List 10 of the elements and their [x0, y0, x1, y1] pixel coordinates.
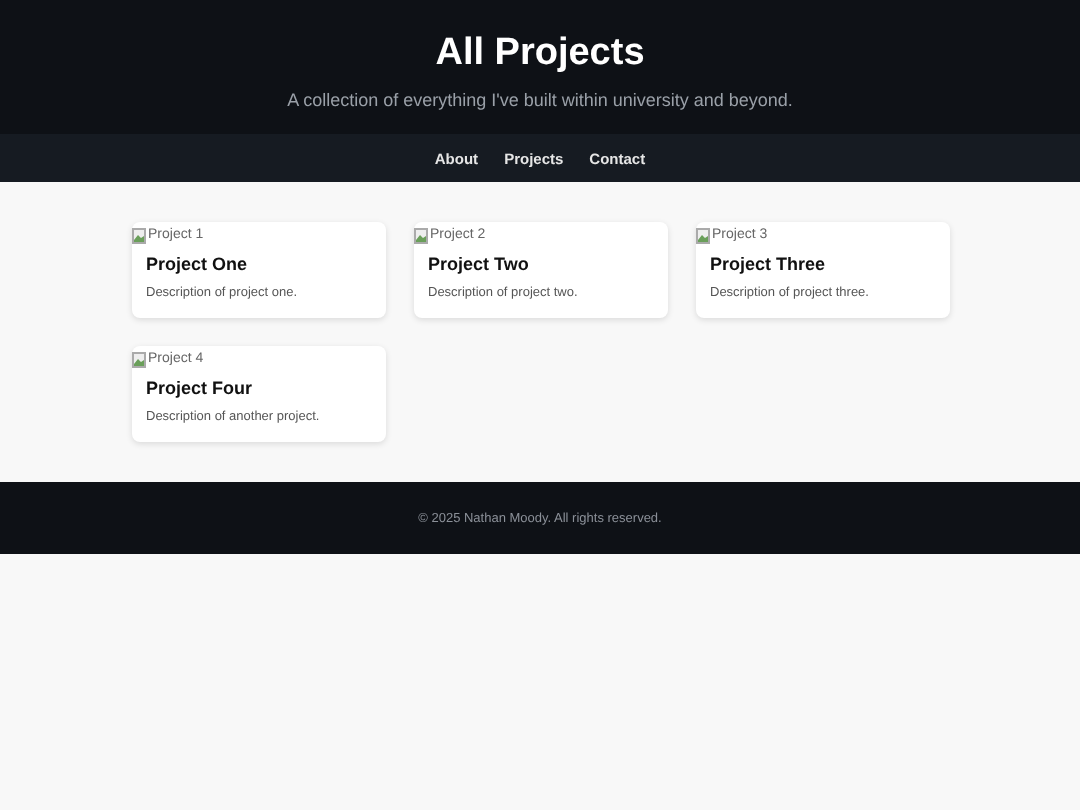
page-title: All Projects — [435, 32, 645, 76]
project-title: Project Two — [428, 254, 531, 276]
broken-image-icon — [414, 227, 428, 243]
page-subtitle: A collection of everything I've built within university and beyond. — [287, 90, 793, 112]
broken-image-icon — [132, 351, 146, 367]
broken-image-icon — [132, 227, 146, 243]
project-title: Project One — [146, 254, 250, 276]
broken-image-icon — [696, 227, 710, 243]
project-title: Project Four — [146, 378, 255, 400]
project-title: Project Three — [710, 254, 828, 276]
